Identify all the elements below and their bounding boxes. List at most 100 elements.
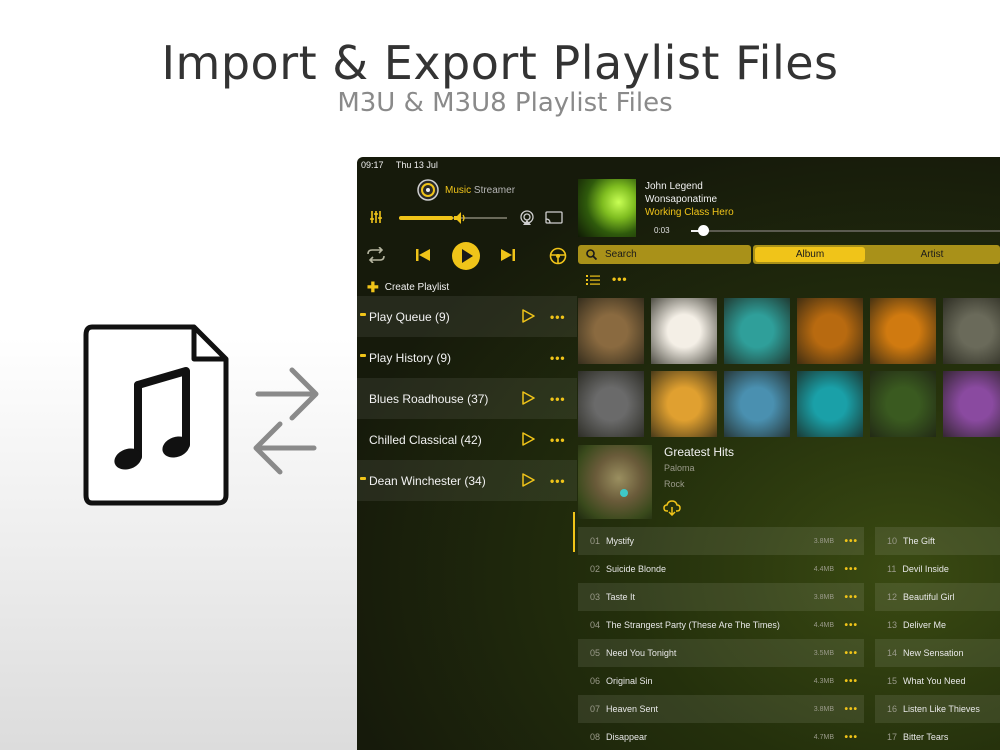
search-label: Search <box>605 249 637 260</box>
view-segmented-control: Album Artist <box>753 245 1000 264</box>
more-options-icon[interactable]: ••• <box>844 564 858 575</box>
progress-thumb[interactable] <box>698 225 710 236</box>
track-row[interactable]: 07 Heaven Sent 3.8MB ••• <box>578 695 864 723</box>
track-size: 3.8MB <box>813 537 834 545</box>
track-row[interactable]: 08 Disappear 4.7MB ••• <box>578 723 864 750</box>
track-row[interactable]: 11 Devil Inside <box>875 555 1000 583</box>
track-row[interactable]: 04 The Strangest Party (These Are The Tim… <box>578 611 864 639</box>
track-size: 4.3MB <box>813 677 834 685</box>
play-icon[interactable] <box>521 391 535 405</box>
track-row[interactable]: 02 Suicide Blonde 4.4MB ••• <box>578 555 864 583</box>
more-options-icon[interactable]: ••• <box>844 732 858 743</box>
album-tile[interactable] <box>797 371 863 437</box>
track-row[interactable]: 13 Deliver Me <box>875 611 1000 639</box>
album-tile[interactable] <box>943 371 1000 437</box>
album-tile[interactable] <box>943 298 1000 364</box>
track-row[interactable]: 12 Beautiful Girl <box>875 583 1000 611</box>
track-row[interactable]: 16 Listen Like Thieves <box>875 695 1000 723</box>
play-icon[interactable] <box>521 309 535 323</box>
track-number: 15 <box>887 676 898 686</box>
album-artwork[interactable] <box>578 445 652 519</box>
cast-icon[interactable] <box>545 210 563 226</box>
airplay-icon[interactable] <box>519 210 535 226</box>
track-title: The Strangest Party (These Are The Times… <box>606 620 780 630</box>
track-row[interactable]: 17 Bitter Tears <box>875 723 1000 750</box>
app-name-rest: Streamer <box>471 184 516 196</box>
track-row[interactable]: 06 Original Sin 4.3MB ••• <box>578 667 864 695</box>
track-size: 4.7MB <box>813 733 834 741</box>
track-row[interactable]: 03 Taste It 3.8MB ••• <box>578 583 864 611</box>
app-name-accent: Music <box>445 184 472 196</box>
track-title: Listen Like Thieves <box>903 704 980 714</box>
more-options-icon[interactable]: ••• <box>550 351 566 365</box>
playlist-item[interactable]: Dean Winchester (34) ••• <box>357 460 577 501</box>
now-playing-title: Wonsaponatime <box>645 194 718 205</box>
play-icon[interactable] <box>521 432 535 446</box>
track-list-right: 10 The Gift 11 Devil Inside 12 Beautiful Girl… <box>875 527 1000 750</box>
tab-artist[interactable]: Artist <box>867 247 997 262</box>
track-number: 03 <box>590 592 601 602</box>
progress-slider[interactable] <box>691 230 1000 232</box>
now-playing-artwork[interactable] <box>578 179 636 237</box>
more-options-icon[interactable]: ••• <box>844 676 858 687</box>
more-options-icon[interactable]: ••• <box>550 310 566 324</box>
more-options-icon[interactable]: ••• <box>550 392 566 406</box>
play-icon[interactable] <box>521 473 535 487</box>
more-options-icon[interactable]: ••• <box>844 648 858 659</box>
elapsed-time: 0:03 <box>654 226 670 235</box>
music-file-icon <box>82 323 230 512</box>
playlist-item[interactable]: Chilled Classical (42) ••• <box>357 419 577 460</box>
track-row[interactable]: 14 New Sensation <box>875 639 1000 667</box>
previous-icon[interactable] <box>415 248 431 262</box>
playlist-item[interactable]: Blues Roadhouse (37) ••• <box>357 378 577 419</box>
hero-subtitle: M3U & M3U8 Playlist Files <box>337 88 673 118</box>
more-options-icon[interactable]: ••• <box>844 592 858 603</box>
now-playing-album[interactable]: Working Class Hero <box>645 207 734 218</box>
album-tile[interactable] <box>797 298 863 364</box>
volume-fill <box>399 216 453 220</box>
more-options-icon[interactable]: ••• <box>844 536 858 547</box>
playlist-label: Dean Winchester (34) <box>369 473 486 488</box>
sync-marker-icon <box>360 313 366 316</box>
scroll-indicator[interactable] <box>573 512 575 552</box>
more-options-icon[interactable]: ••• <box>612 273 628 286</box>
more-options-icon[interactable]: ••• <box>550 433 566 447</box>
app-logo-icon <box>417 179 439 201</box>
track-title: What You Need <box>903 676 966 686</box>
album-tile[interactable] <box>651 298 717 364</box>
grid-toolbar: ••• <box>586 273 628 286</box>
album-genre: Rock <box>664 479 685 489</box>
track-row[interactable]: 15 What You Need <box>875 667 1000 695</box>
cloud-download-icon[interactable] <box>663 500 681 516</box>
album-tile[interactable] <box>578 371 644 437</box>
create-playlist-button[interactable]: ✚ Create Playlist <box>367 279 449 296</box>
album-tile[interactable] <box>651 371 717 437</box>
album-tile[interactable] <box>870 371 936 437</box>
track-title: Devil Inside <box>902 564 949 574</box>
play-icon[interactable] <box>452 242 480 270</box>
playlist-item[interactable]: Play Queue (9) ••• <box>357 296 577 337</box>
repeat-icon[interactable] <box>365 247 387 263</box>
track-row[interactable]: 01 Mystify 3.8MB ••• <box>578 527 864 555</box>
list-view-icon[interactable] <box>586 274 600 286</box>
album-tile[interactable] <box>724 371 790 437</box>
album-artist[interactable]: Paloma <box>664 463 695 473</box>
playback-controls <box>357 241 577 271</box>
track-row[interactable]: 10 The Gift <box>875 527 1000 555</box>
album-tile[interactable] <box>578 298 644 364</box>
tab-album[interactable]: Album <box>755 247 865 262</box>
track-row[interactable]: 05 Need You Tonight 3.5MB ••• <box>578 639 864 667</box>
next-icon[interactable] <box>500 248 516 262</box>
search-field[interactable]: Search <box>578 245 751 264</box>
album-tile[interactable] <box>870 298 936 364</box>
steering-wheel-icon[interactable] <box>549 247 567 265</box>
playlist-item[interactable]: Play History (9) ••• <box>357 337 577 378</box>
equalizer-icon[interactable] <box>369 210 383 224</box>
track-title: The Gift <box>903 536 936 546</box>
more-options-icon[interactable]: ••• <box>550 474 566 488</box>
hero-title: Import & Export Playlist Files <box>161 36 839 90</box>
more-options-icon[interactable]: ••• <box>844 620 858 631</box>
album-tile[interactable] <box>724 298 790 364</box>
track-number: 17 <box>887 732 898 742</box>
more-options-icon[interactable]: ••• <box>844 704 858 715</box>
